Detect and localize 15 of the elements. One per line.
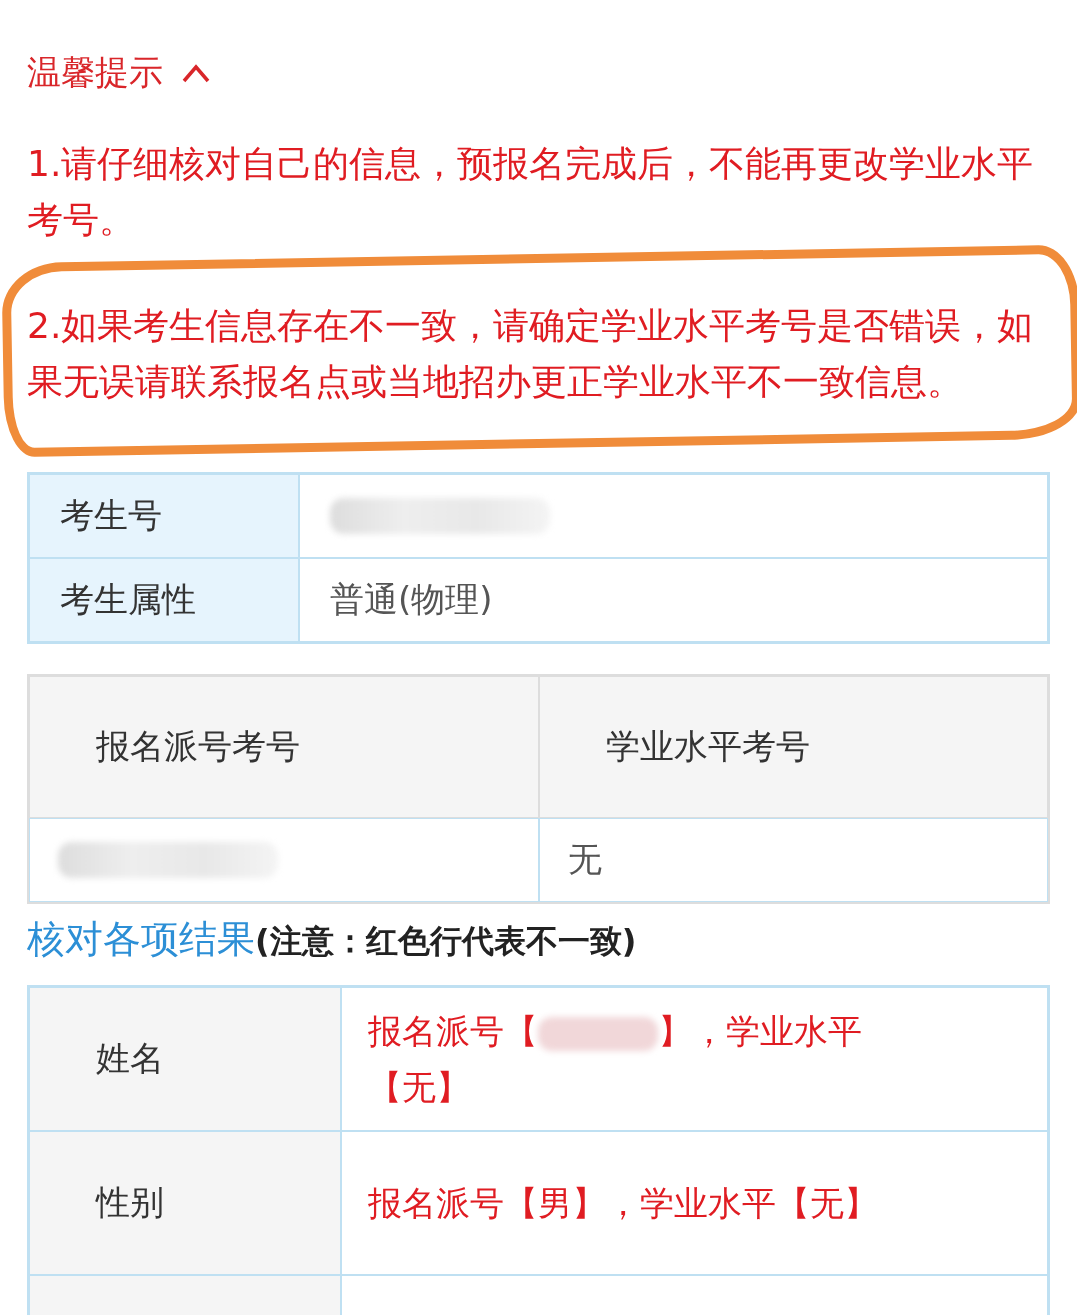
notice-toggle[interactable]: 温馨提示 (27, 50, 211, 96)
result-text: 报名派号【 】，学业水平【无】 (368, 1010, 863, 1109)
notice-text: 1.请仔细核对自己的信息，预报名完成后，不能再更改学业水平考号。 (27, 142, 1035, 242)
table-cell: 性别 (29, 1131, 341, 1275)
table-cell: 姓名 (29, 987, 341, 1131)
table-cell: 考生属性 (29, 558, 299, 642)
section-title: 核对各项结果 (27, 916, 255, 963)
table-cell: 无 (538, 818, 1048, 902)
notice-text: 2.如果考生信息存在不一致，请确定学业水平考号是否错误，如果无误请联系报名点或当地招办更正学业水平不一致信息。 (27, 304, 1035, 404)
column-header: 报名派号考号 (29, 676, 539, 818)
table-cell: 普通(物理) (299, 558, 1048, 642)
note-text: (注意：红色行代表不一致) (255, 921, 637, 962)
result-text: 报名派号【男】，学业水平【无】 (368, 1182, 878, 1225)
table-cell: 考生号 (29, 474, 299, 558)
column-header: 学业水平考号 (538, 676, 1048, 818)
